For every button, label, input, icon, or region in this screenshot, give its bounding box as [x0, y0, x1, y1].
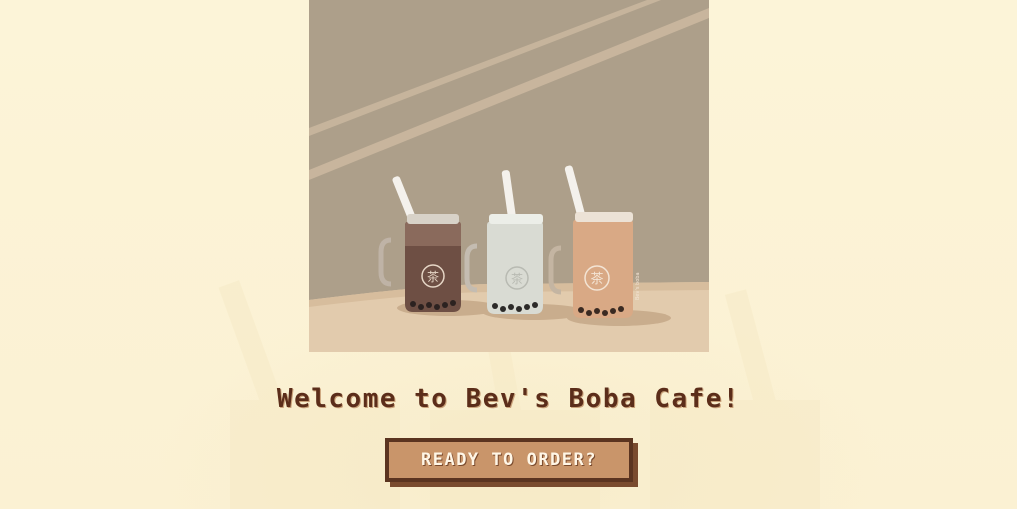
artist-signature: Bev's boba [635, 272, 641, 300]
welcome-title: Welcome to Bev's Boba Cafe! [276, 384, 741, 414]
hero-image: 茶 茶 茶 Bev's boba [309, 0, 709, 352]
svg-text:茶: 茶 [427, 269, 439, 284]
svg-text:茶: 茶 [590, 271, 603, 287]
ready-to-order-button[interactable]: READY TO ORDER? [385, 438, 633, 482]
svg-text:茶: 茶 [511, 271, 523, 286]
